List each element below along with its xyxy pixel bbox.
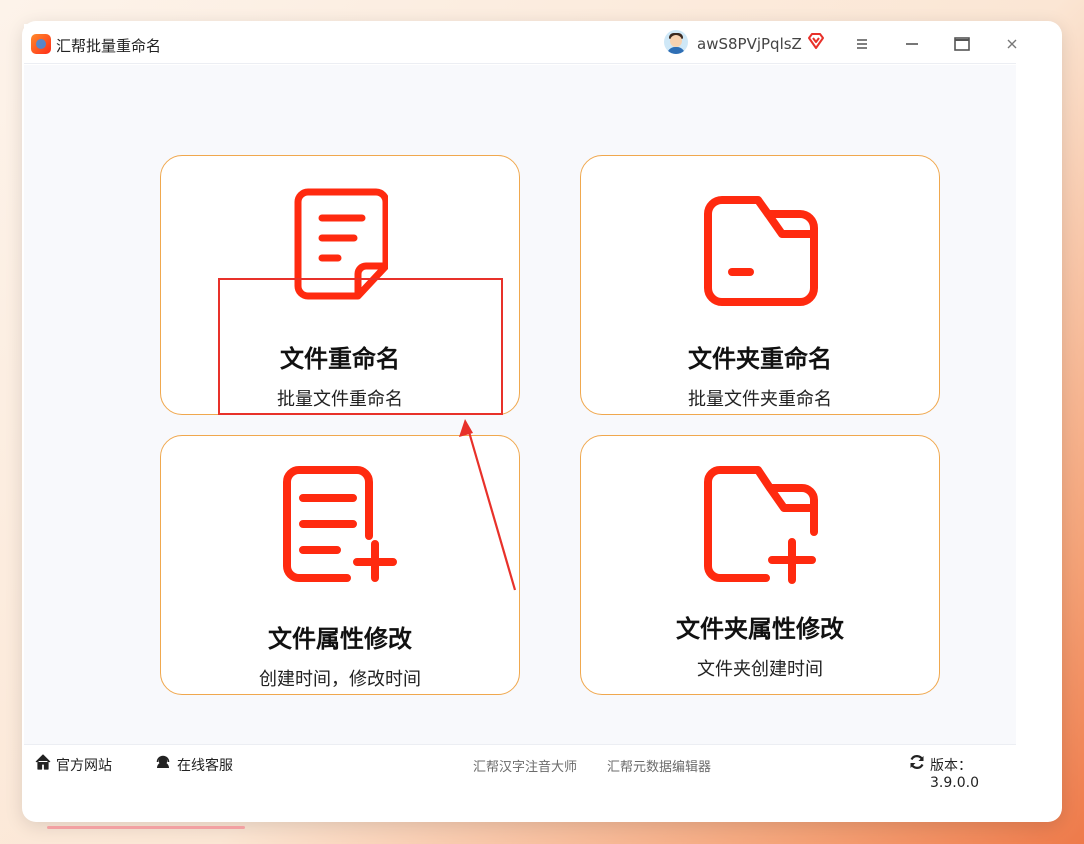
username-label[interactable]: awS8PVjPqlsZ: [697, 35, 802, 53]
footer-bar: 官方网站 在线客服 汇帮汉字注音大师 汇帮元数据编辑器 版本：3.9.0.0: [24, 744, 1016, 791]
refresh-icon[interactable]: [908, 753, 926, 771]
folder-icon: [704, 196, 818, 306]
card-subtitle: 批量文件重命名: [277, 389, 403, 410]
app-title: 汇帮批量重命名: [56, 37, 162, 55]
card-title: 文件夹属性修改: [676, 615, 844, 643]
close-button[interactable]: [998, 30, 1026, 58]
card-title: 文件属性修改: [268, 625, 412, 653]
title-bar: 汇帮批量重命名 awS8PVjPqlsZ: [24, 24, 1017, 64]
vip-diamond-icon[interactable]: [806, 31, 826, 51]
card-folder-rename[interactable]: 文件夹重命名 批量文件夹重命名: [580, 155, 940, 415]
app-logo-icon: [31, 34, 51, 54]
card-folder-attributes[interactable]: 文件夹属性修改 文件夹创建时间: [580, 435, 940, 695]
official-website-link[interactable]: 官方网站: [56, 755, 112, 775]
card-title: 文件重命名: [280, 345, 400, 373]
file-text-icon: [294, 188, 388, 300]
card-title: 文件夹重命名: [688, 345, 832, 373]
card-file-rename[interactable]: 文件重命名 批量文件重命名: [160, 155, 520, 415]
card-file-attributes[interactable]: 文件属性修改 创建时间，修改时间: [160, 435, 520, 695]
card-subtitle: 创建时间，修改时间: [259, 669, 421, 690]
card-subtitle: 文件夹创建时间: [697, 659, 823, 680]
online-support-link[interactable]: 在线客服: [177, 755, 233, 775]
home-icon[interactable]: [34, 753, 52, 771]
maximize-button[interactable]: [948, 30, 976, 58]
menu-button[interactable]: [848, 30, 876, 58]
version-label: 版本：3.9.0.0: [930, 758, 979, 791]
headset-icon[interactable]: [154, 753, 172, 771]
user-avatar[interactable]: [664, 30, 688, 54]
bottom-progress-strip: [47, 826, 245, 829]
app-link-metadata[interactable]: 汇帮元数据编辑器: [607, 756, 711, 775]
app-link-pinyin[interactable]: 汇帮汉字注音大师: [473, 756, 577, 775]
folder-plus-icon: [704, 466, 818, 584]
card-subtitle: 批量文件夹重命名: [688, 389, 832, 410]
file-plus-icon: [283, 466, 397, 582]
minimize-button[interactable]: [898, 30, 926, 58]
